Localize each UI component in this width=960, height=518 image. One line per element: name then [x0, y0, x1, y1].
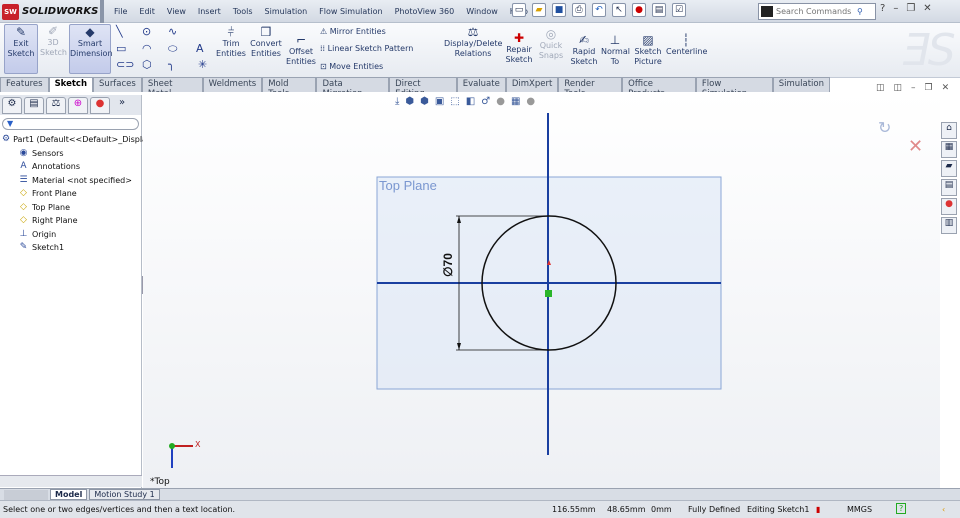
sketch-state: Fully Defined: [688, 505, 741, 514]
view-palette-icon[interactable]: ▤: [941, 179, 957, 196]
resources-icon[interactable]: ⌂: [941, 122, 957, 139]
status-message: Select one or two edges/vertices and the…: [3, 505, 236, 514]
tab-scroll-buttons[interactable]: [4, 489, 48, 500]
appearances-icon[interactable]: ●: [941, 198, 957, 215]
tab-model[interactable]: Model: [50, 489, 88, 500]
status-y: 48.65mm: [607, 505, 646, 514]
task-pane-tabs: ⌂ ▦ ▰ ▤ ● ▥: [941, 122, 959, 236]
diameter-dimension[interactable]: ∅70: [441, 253, 455, 277]
triad-x-label: X: [195, 440, 201, 449]
view-orientation-label: *Top: [150, 477, 170, 487]
status-bar: Select one or two edges/vertices and the…: [0, 500, 960, 518]
rebuild-status-icon[interactable]: ▮: [816, 505, 820, 514]
triad-origin: [169, 443, 175, 449]
custom-properties-icon[interactable]: ▥: [941, 217, 957, 234]
plane-label: Top Plane: [379, 178, 437, 193]
unit-system[interactable]: MMGS: [847, 505, 872, 514]
bottom-tabs: Model Motion Study 1: [0, 488, 960, 500]
help-status-icon[interactable]: ?: [896, 503, 907, 514]
sketch-canvas: [169, 113, 722, 468]
editing-state: Editing Sketch1: [747, 505, 810, 514]
collapse-icon[interactable]: ‹: [942, 505, 945, 514]
status-z: 0mm: [651, 505, 672, 514]
tab-motion-study[interactable]: Motion Study 1: [89, 489, 160, 500]
file-explorer-icon[interactable]: ▰: [941, 160, 957, 177]
design-library-icon[interactable]: ▦: [941, 141, 957, 158]
status-x: 116.55mm: [552, 505, 596, 514]
origin-marker: [545, 290, 552, 297]
